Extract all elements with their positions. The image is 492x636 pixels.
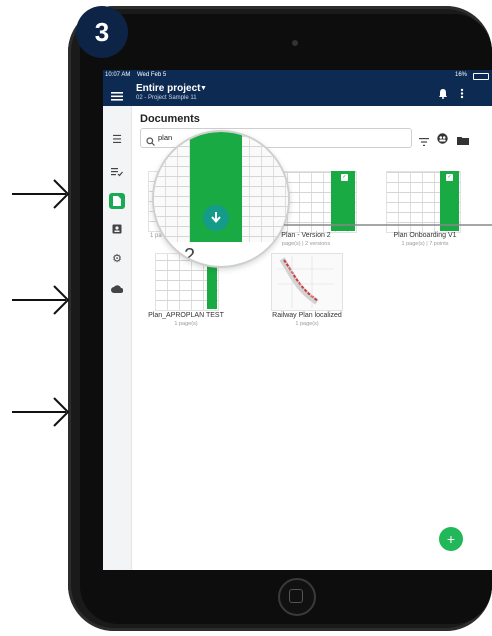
magnified-caption-area [154,242,288,266]
filter-icon[interactable] [419,133,429,151]
download-icon [210,211,222,230]
magnified-label: 2 [184,245,196,267]
document-meta: 1 page(s) [174,321,198,327]
document-meta: 1 page(s) [295,321,319,327]
app-header: 10:07 AM Wed Feb 5 16% Entire project ▼ … [103,70,492,106]
bell-icon[interactable] [438,86,448,104]
check-icon: ✓ [341,174,348,181]
page-title: Documents [140,113,200,125]
document-title[interactable]: Plan_APROPLAN TEST [141,312,231,319]
sidebar-item-documents[interactable] [109,193,125,209]
arrow-icon [12,285,70,315]
project-subtitle: 02 - Project Sample 11 [136,95,197,101]
project-selector[interactable]: Entire project [136,83,200,94]
home-button-icon [289,589,303,603]
more-vert-icon[interactable] [460,86,464,104]
check-icon: ✓ [446,174,453,181]
plus-icon: + [446,531,456,547]
chevron-down-icon[interactable]: ▼ [200,85,207,92]
sidebar: ☰ ⚙ [103,106,132,570]
contacts-icon[interactable] [109,221,125,237]
battery-icon [473,73,489,80]
document-title[interactable]: Railway Plan localized [262,312,352,319]
status-time: 10:07 AM [105,72,131,78]
list-icon[interactable]: ☰ [109,132,125,148]
cloud-icon[interactable] [109,281,125,297]
add-document-button[interactable]: + [439,527,463,551]
callout-leader-line [284,224,492,226]
arrow-icon [12,179,70,209]
arrow-icon [12,397,70,427]
document-meta: 1 page(s) | 7 points [401,241,449,247]
people-icon[interactable] [437,131,448,149]
pointer-arrows [12,179,70,427]
camera-icon [292,40,298,46]
download-button[interactable] [203,205,229,231]
menu-icon[interactable] [111,88,123,101]
magnifier-callout: 2 [152,130,290,268]
folder-icon[interactable] [457,132,469,150]
document-icon [113,196,121,209]
checklist-icon[interactable] [109,164,125,180]
step-badge: 3 [76,6,128,58]
status-date: Wed Feb 5 [137,72,167,78]
gear-icon[interactable]: ⚙ [109,251,125,267]
battery-level: 16% [455,72,468,78]
